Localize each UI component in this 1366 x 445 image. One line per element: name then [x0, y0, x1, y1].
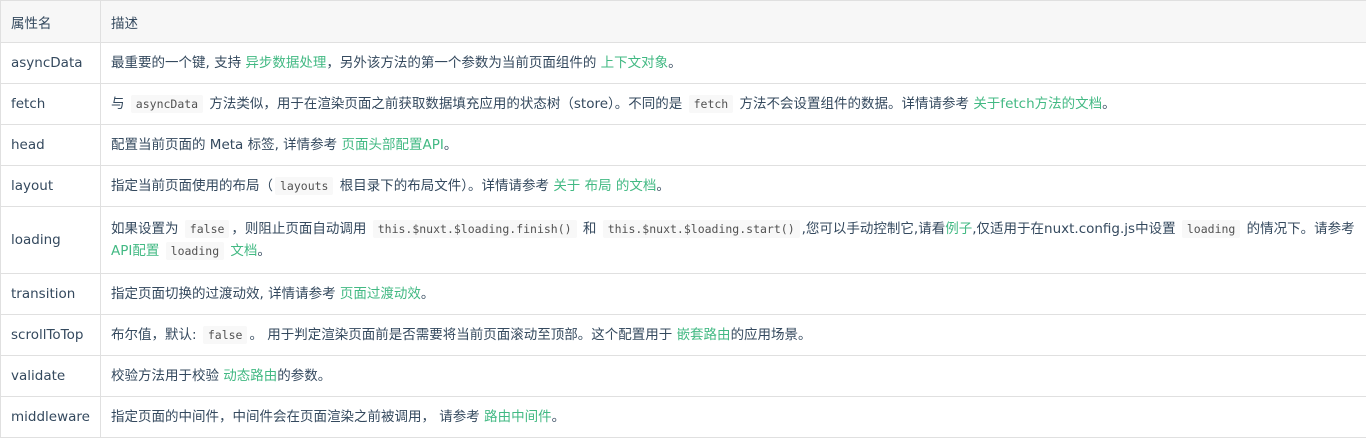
property-description: 校验方法用于校验 动态路由的参数。: [100, 355, 1366, 397]
desc-text: 最重要的一个键, 支持: [111, 55, 246, 71]
desc-text: 。 用于判定渲染页面前是否需要将当前页面滚动至顶部。这个配置用于: [249, 327, 677, 343]
desc-text: ，另外该方法的第一个参数为当前页面组件的: [326, 55, 601, 71]
desc-text: 布尔值，默认:: [111, 327, 201, 343]
desc-text: 指定当前页面使用的布局（: [111, 178, 273, 194]
table-row: middleware 指定页面的中间件，中间件会在页面渲染之前被调用， 请参考 …: [0, 396, 1366, 438]
property-name: middleware: [0, 396, 101, 438]
desc-text: 和: [578, 221, 601, 237]
table-row: fetch 与 asyncData 方法类似，用于在渲染页面之前获取数据填充应用…: [0, 83, 1366, 125]
inline-code: layouts: [275, 177, 334, 195]
desc-text: 。: [420, 286, 435, 302]
desc-text: 与: [111, 96, 129, 112]
property-description: 如果设置为 false ，则阻止页面自动调用 this.$nuxt.$loadin…: [100, 206, 1366, 274]
property-name: fetch: [0, 83, 101, 125]
inline-code: asyncData: [130, 95, 204, 113]
desc-text: 指定页面的中间件，中间件会在页面渲染之前被调用， 请参考: [111, 409, 485, 425]
desc-text: 校验方法用于校验: [111, 368, 224, 384]
desc-text: 。: [443, 137, 458, 153]
desc-text: 配置当前页面的 Meta 标签, 详情参考: [111, 137, 342, 153]
table-row: transition 指定页面切换的过渡动效, 详情请参考 页面过渡动效。: [0, 273, 1366, 315]
desc-text: 指定页面切换的过渡动效, 详情请参考: [111, 286, 340, 302]
table-row: asyncData 最重要的一个键, 支持 异步数据处理，另外该方法的第一个参数…: [0, 42, 1366, 84]
desc-text: 。: [1102, 96, 1116, 112]
property-description: 指定页面切换的过渡动效, 详情请参考 页面过渡动效。: [100, 273, 1366, 315]
table-row: layout 指定当前页面使用的布局（ layouts 根目录下的布局文件）。详情…: [0, 165, 1366, 207]
property-name: transition: [0, 273, 101, 315]
desc-text: 方法不会设置组件的数据。详情请参考: [735, 96, 974, 112]
link-api-config[interactable]: API配置: [111, 243, 159, 259]
property-description: 与 asyncData 方法类似，用于在渲染页面之前获取数据填充应用的状态树（s…: [100, 83, 1366, 125]
property-name: head: [0, 124, 101, 166]
link-docs[interactable]: 文档: [230, 243, 257, 259]
desc-text: 方法类似，用于在渲染页面之前获取数据填充应用的状态树（store）。不同的是: [205, 96, 687, 112]
link-layout-docs[interactable]: 关于 布局 的文档: [553, 178, 656, 194]
inline-code: false: [202, 326, 248, 344]
inline-code: this.$nuxt.$loading.start(): [602, 220, 800, 238]
table-row: scrollToTop 布尔值，默认: false。 用于判定渲染页面前是否需要…: [0, 314, 1366, 356]
property-name: layout: [0, 165, 101, 207]
property-description: 最重要的一个键, 支持 异步数据处理，另外该方法的第一个参数为当前页面组件的 上…: [100, 42, 1366, 84]
inline-code: loading: [165, 242, 225, 260]
inline-code: loading: [1181, 220, 1241, 238]
desc-text: 的参数。: [277, 368, 332, 384]
table-row: loading 如果设置为 false ，则阻止页面自动调用 this.$nuxt…: [0, 206, 1366, 274]
link-head-api[interactable]: 页面头部配置API: [341, 137, 443, 153]
desc-text: 。: [656, 178, 670, 194]
property-name: asyncData: [0, 42, 101, 84]
table-header-row: 属性名 描述: [0, 0, 1366, 43]
desc-text: 的情况下。请参考: [1242, 221, 1355, 237]
desc-text: 。: [551, 409, 566, 425]
property-description: 配置当前页面的 Meta 标签, 详情参考 页面头部配置API。: [100, 124, 1366, 166]
table-row: validate 校验方法用于校验 动态路由的参数。: [0, 355, 1366, 397]
property-name: validate: [0, 355, 101, 397]
desc-text: 。: [257, 243, 271, 259]
link-nested-routes[interactable]: 嵌套路由: [677, 327, 731, 343]
link-dynamic-routes[interactable]: 动态路由: [223, 368, 277, 384]
table-row: head 配置当前页面的 Meta 标签, 详情参考 页面头部配置API。: [0, 124, 1366, 166]
api-properties-table: 属性名 描述 asyncData 最重要的一个键, 支持 异步数据处理，另外该方…: [0, 0, 1366, 438]
column-header-description: 描述: [100, 0, 1366, 43]
link-async-data[interactable]: 异步数据处理: [245, 55, 326, 71]
property-name: loading: [0, 206, 101, 274]
desc-text: 。: [668, 55, 682, 71]
link-page-transition[interactable]: 页面过渡动效: [340, 286, 421, 302]
property-description: 指定页面的中间件，中间件会在页面渲染之前被调用， 请参考 路由中间件。: [100, 396, 1366, 438]
inline-code: this.$nuxt.$loading.finish(): [372, 220, 577, 238]
property-description: 指定当前页面使用的布局（ layouts 根目录下的布局文件）。详情请参考 关于 …: [100, 165, 1366, 207]
desc-text: 根目录下的布局文件）。详情请参考: [335, 178, 554, 194]
link-fetch-docs[interactable]: 关于fetch方法的文档: [973, 96, 1102, 112]
property-name: scrollToTop: [0, 314, 101, 356]
column-header-name: 属性名: [0, 0, 101, 43]
inline-code: false: [184, 220, 230, 238]
link-example[interactable]: 例子: [945, 221, 972, 237]
desc-text: ，则阻止页面自动调用: [231, 221, 371, 237]
link-route-middleware[interactable]: 路由中间件: [484, 409, 552, 425]
desc-text: [159, 243, 163, 259]
desc-text: 的应用场景。: [730, 327, 812, 343]
link-context[interactable]: 上下文对象: [601, 55, 669, 71]
property-description: 布尔值，默认: false。 用于判定渲染页面前是否需要将当前页面滚动至顶部。这…: [100, 314, 1366, 356]
desc-text: 如果设置为: [111, 221, 183, 237]
desc-text: ,您可以手动控制它,请看: [801, 221, 946, 237]
desc-text: ,仅适用于在nuxt.config.js中设置: [972, 221, 1180, 237]
inline-code: fetch: [688, 95, 734, 113]
